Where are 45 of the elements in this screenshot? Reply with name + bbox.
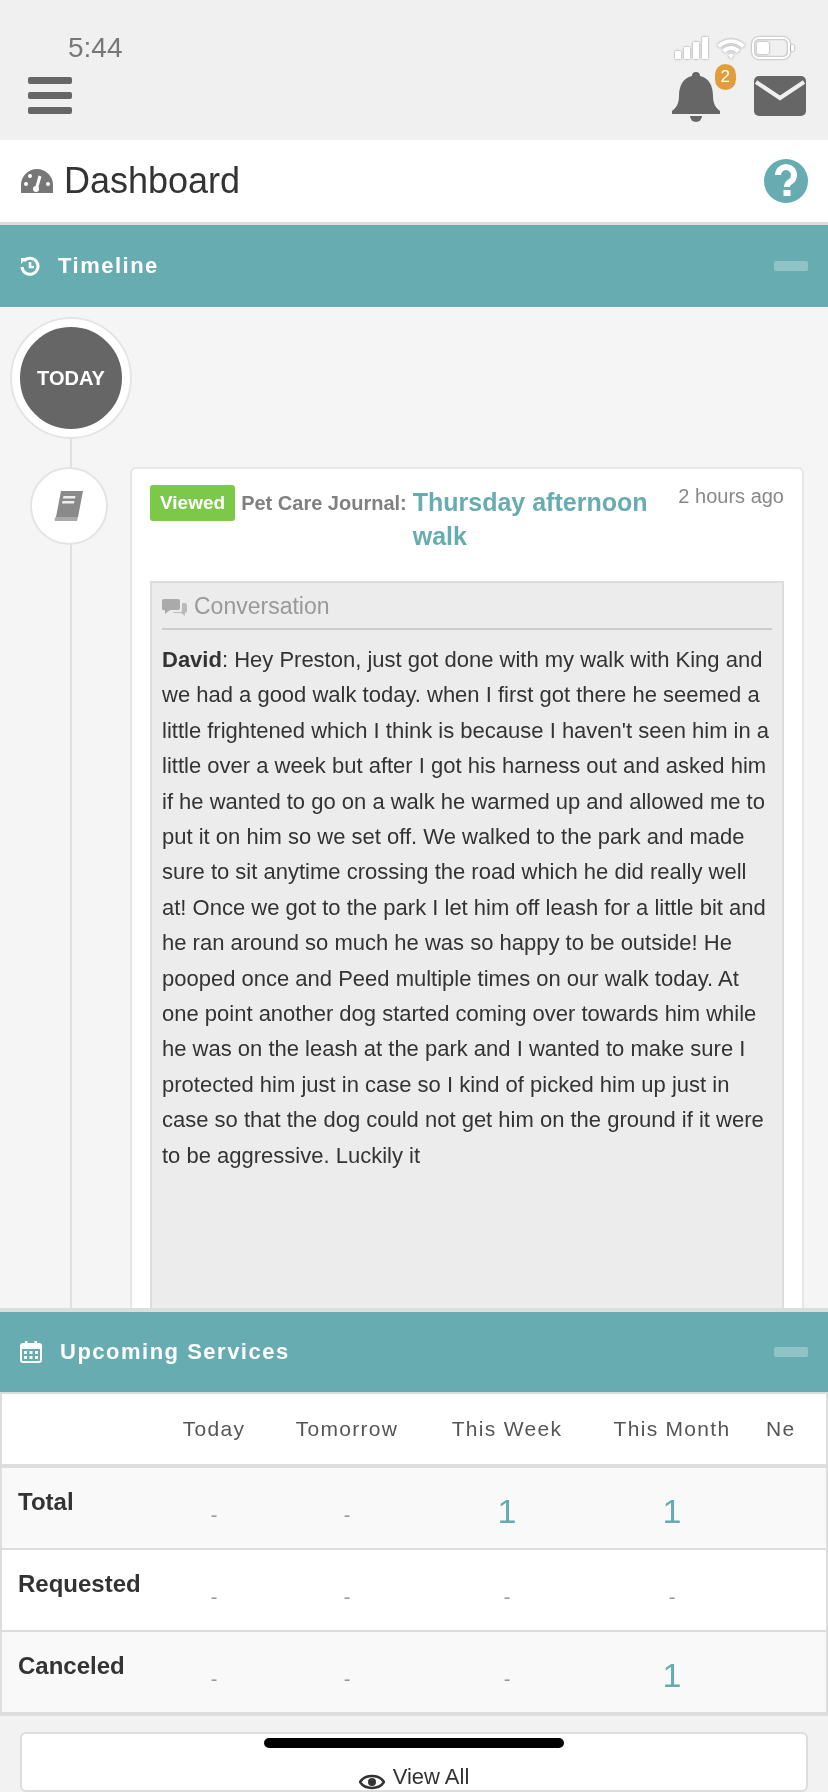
table-cell-text: - [210, 1502, 218, 1527]
viewed-badge: Viewed [150, 485, 236, 521]
eye-icon [358, 1774, 385, 1790]
entry-time: 2 hours ago [678, 485, 784, 509]
mail-icon[interactable] [754, 76, 806, 116]
calendar-icon [20, 1341, 42, 1363]
panel-title: Upcoming Services [60, 1339, 291, 1365]
column-header: Ne [766, 1417, 796, 1441]
entry-title-link[interactable]: Thursday afternoon walk [412, 485, 669, 553]
table-cell-text: - [343, 1666, 351, 1691]
status-time: 5:44 [68, 32, 123, 64]
bell-icon[interactable] [672, 70, 720, 122]
row-label: Canceled [18, 1652, 125, 1680]
table-cell-text: - [210, 1584, 218, 1609]
row-label: Total [18, 1488, 74, 1516]
row-label: Requested [18, 1570, 141, 1598]
table-cell-text: - [343, 1584, 351, 1609]
notification-badge: 2 [714, 64, 736, 90]
wifi-icon [716, 37, 746, 59]
table-cell-text: - [210, 1666, 218, 1691]
help-icon[interactable] [764, 159, 808, 203]
table-cell-text: - [503, 1666, 511, 1691]
column-header: Today [182, 1417, 246, 1441]
entry-type: Pet Care Journal: [241, 491, 407, 516]
column-header: This Week [451, 1417, 563, 1441]
signal-icon [674, 36, 710, 60]
table-cell-text: - [668, 1584, 676, 1609]
column-header: This Month [613, 1417, 731, 1441]
table-cell[interactable]: 1 [662, 1649, 682, 1695]
view-all-button[interactable]: View All [20, 1732, 808, 1792]
page-title: Dashboard [64, 160, 241, 202]
history-icon [20, 256, 40, 276]
table-cell[interactable]: 1 [497, 1485, 517, 1531]
table-cell-text: - [503, 1584, 511, 1609]
column-header: Tomorrow [295, 1417, 399, 1441]
table-cell-text: - [343, 1502, 351, 1527]
message-text: David: Hey Preston, just got done with my walk with King and we had a good walk today. when I first got there he seemed a little frightened which I think is because I haven't seen him in a little over a week but after I got his harness out and asked him if he wanted to go on a walk he warmed up and allowed me to put it on him so we set off. We walked to the park and made sure to sit anytime crossing the road which he did really well at! Once we got to the park I let him off leash for a little bit and he ran around so much he was so happy to be outside! He pooped once and Peed multiple times on our walk today. At one point another dog started coming over towards him while he was on the leash at the park and I wanted to make sure I protected him just in case so I kind of picked him up just in case so that the dog could not get him on the ground if it were to be aggressive. Luckily it [162, 646, 771, 1170]
comments-icon [162, 596, 188, 617]
battery-icon [752, 36, 796, 60]
table-cell[interactable]: 1 [662, 1485, 682, 1531]
conversation-title: Conversation [194, 593, 330, 620]
menu-icon[interactable] [28, 77, 72, 115]
panel-title: Timeline [58, 253, 160, 279]
dashboard-icon [20, 168, 54, 194]
today-marker: TODAY [12, 319, 130, 437]
